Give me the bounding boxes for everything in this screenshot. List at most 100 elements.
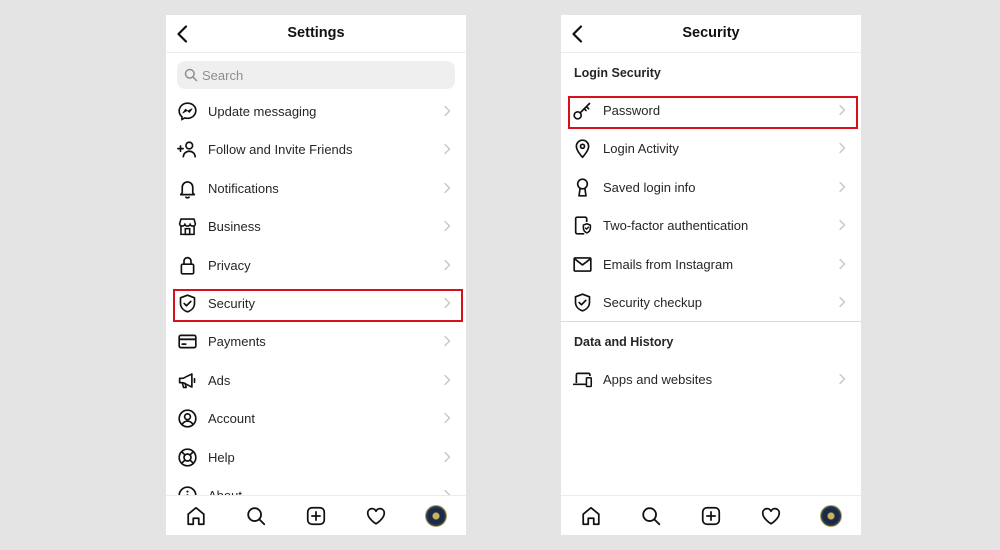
chevron-right-icon — [444, 144, 451, 155]
credit-card-icon — [177, 331, 198, 352]
settings-list: Update messaging Follow and Invite Frien… — [166, 92, 466, 498]
location-pin-icon — [572, 138, 593, 159]
search-icon — [642, 507, 661, 526]
tab-new-post[interactable] — [305, 505, 327, 527]
tab-bar — [561, 495, 861, 535]
security-item-label: Login Activity — [603, 141, 679, 157]
chevron-right-icon — [444, 412, 451, 424]
chevron-right-icon — [444, 374, 451, 385]
settings-item-follow-invite[interactable]: Follow and Invite Friends — [166, 130, 466, 168]
settings-item-label: Notifications — [208, 180, 279, 196]
security-item-saved-login-info[interactable]: Saved login info — [561, 168, 861, 206]
chevron-right-icon — [444, 182, 451, 193]
settings-item-label: Update messaging — [208, 104, 317, 119]
bell-icon — [177, 178, 198, 199]
add-person-icon — [177, 139, 198, 160]
search-icon — [184, 68, 198, 82]
tab-profile[interactable] — [820, 505, 842, 527]
chevron-right-icon — [839, 104, 846, 116]
settings-item-business[interactable]: Business — [166, 207, 466, 245]
settings-item-help[interactable]: Help — [166, 438, 466, 476]
section-title-data-history: Data and History — [574, 335, 674, 349]
search-bar[interactable] — [177, 61, 455, 89]
settings-item-label: Privacy — [208, 257, 251, 273]
settings-item-notifications[interactable]: Notifications — [166, 169, 466, 207]
lifebuoy-icon — [177, 447, 198, 468]
settings-item-label: Business — [208, 219, 261, 235]
security-item-label: Saved login info — [603, 179, 696, 195]
settings-screen: Settings Update messaging Follow and Inv… — [166, 15, 466, 535]
security-item-login-activity[interactable]: Login Activity — [561, 129, 861, 167]
megaphone-icon — [177, 370, 198, 391]
security-item-password[interactable]: Password — [561, 91, 861, 130]
heart-icon — [366, 507, 386, 525]
security-item-apps-websites[interactable]: Apps and websites — [561, 360, 861, 398]
tab-search[interactable] — [245, 505, 267, 527]
security-item-label: Two-factor authentication — [603, 218, 749, 234]
keyhole-icon — [572, 177, 593, 198]
lock-icon — [177, 255, 198, 276]
chevron-right-icon — [444, 105, 451, 117]
settings-item-security[interactable]: Security — [166, 284, 466, 323]
settings-header: Settings — [166, 15, 466, 53]
settings-item-label: Payments — [208, 334, 266, 350]
chevron-right-icon — [444, 451, 451, 462]
back-button[interactable] — [171, 23, 193, 45]
home-icon — [582, 506, 600, 526]
search-icon — [247, 507, 266, 526]
security-screen: Security Login Security Password Login A… — [561, 15, 861, 535]
data-history-list: Apps and websites — [561, 360, 861, 398]
chevron-right-icon — [444, 220, 451, 232]
back-button[interactable] — [566, 23, 588, 45]
chevron-right-icon — [839, 219, 846, 231]
page-title: Security — [682, 25, 740, 41]
phone-shield-icon — [572, 215, 593, 236]
back-arrow-icon — [177, 25, 188, 43]
back-arrow-icon — [572, 25, 583, 43]
settings-item-label: Follow and Invite Friends — [208, 142, 353, 158]
security-header: Security — [561, 15, 861, 53]
heart-icon — [761, 507, 781, 525]
tab-home[interactable] — [185, 505, 207, 527]
page-title: Settings — [287, 25, 345, 41]
security-item-checkup[interactable]: Security checkup — [561, 283, 861, 321]
tab-new-post[interactable] — [700, 505, 722, 527]
tab-home[interactable] — [580, 505, 602, 527]
envelope-icon — [572, 254, 593, 275]
settings-item-update-messaging[interactable]: Update messaging — [166, 92, 466, 130]
account-circle-icon — [177, 408, 198, 429]
settings-item-label: Account — [208, 411, 255, 427]
security-item-label: Security checkup — [603, 294, 702, 310]
new-post-icon — [701, 506, 721, 526]
profile-avatar — [820, 505, 842, 527]
security-item-label: Emails from Instagram — [603, 256, 734, 272]
tab-profile[interactable] — [425, 505, 447, 527]
settings-item-label: Security — [208, 295, 255, 311]
chevron-right-icon — [839, 258, 846, 269]
search-input[interactable] — [202, 61, 442, 89]
tab-activity[interactable] — [760, 505, 782, 527]
chevron-right-icon — [444, 297, 451, 309]
tab-search[interactable] — [640, 505, 662, 527]
security-item-emails[interactable]: Emails from Instagram — [561, 245, 861, 283]
settings-item-ads[interactable]: Ads — [166, 361, 466, 399]
profile-avatar — [425, 505, 447, 527]
security-item-label: Password — [603, 103, 661, 118]
settings-item-payments[interactable]: Payments — [166, 322, 466, 360]
shop-icon — [177, 216, 198, 237]
login-security-list: Password Login Activity Saved login info… — [561, 91, 861, 321]
settings-item-label: Ads — [208, 372, 231, 388]
security-item-two-factor[interactable]: Two-factor authentication — [561, 206, 861, 244]
tab-activity[interactable] — [365, 505, 387, 527]
key-icon — [572, 100, 593, 121]
chevron-right-icon — [839, 181, 846, 192]
chevron-right-icon — [444, 259, 451, 270]
tab-bar — [166, 495, 466, 535]
settings-item-privacy[interactable]: Privacy — [166, 246, 466, 284]
settings-item-label: Help — [208, 449, 235, 465]
messenger-icon — [177, 101, 198, 122]
chevron-right-icon — [444, 336, 451, 347]
settings-item-account[interactable]: Account — [166, 399, 466, 437]
shield-check-icon — [177, 293, 198, 314]
home-icon — [187, 506, 205, 526]
